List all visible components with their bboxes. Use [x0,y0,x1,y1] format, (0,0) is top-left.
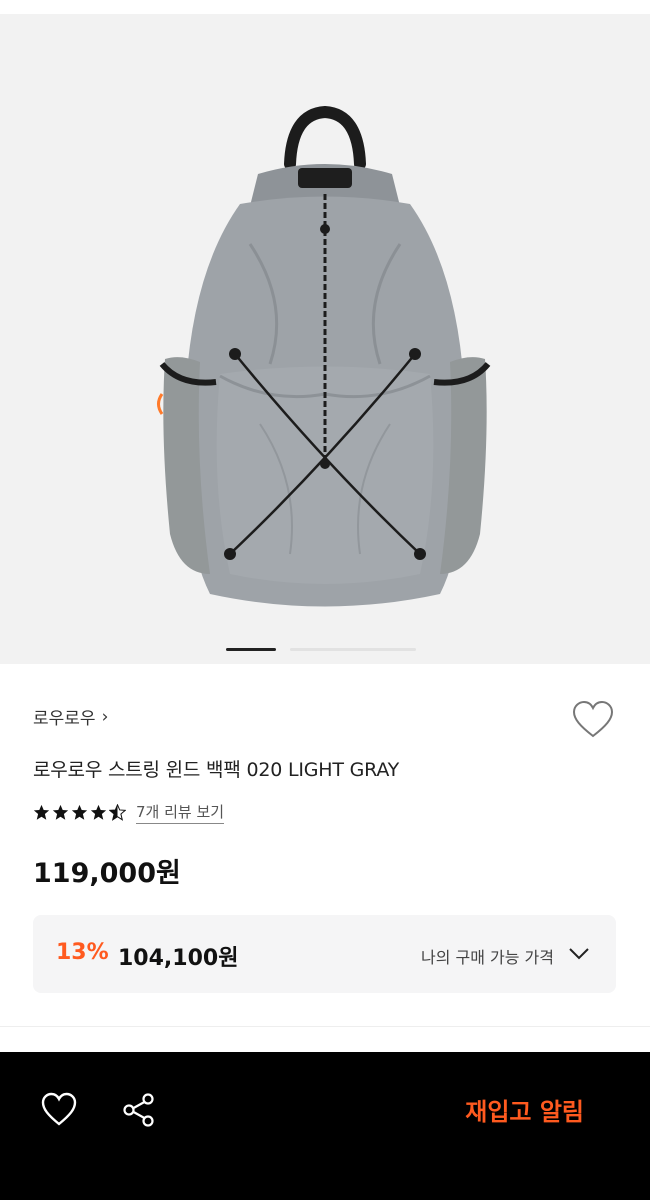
gallery-indicator [226,648,416,651]
my-price-panel[interactable]: 13% 104,100원 나의 구매 가능 가격 [33,915,616,993]
star-icon [52,804,69,820]
discount-price: 104,100원 [118,946,239,971]
bottom-action-bar: 재입고 알림 [0,1052,650,1200]
star-icon [33,804,50,820]
star-half-icon [109,804,126,821]
brand-name: 로우로우 [33,709,96,729]
product-image [157,105,491,607]
heart-icon[interactable] [572,700,614,740]
restock-alert-button[interactable]: 재입고 알림 [465,1092,584,1127]
product-price: 119,000원 [33,858,181,889]
divider [0,1026,650,1027]
my-price-label: 나의 구매 가능 가격 [420,948,554,967]
gallery-indicator-active [226,648,276,651]
heart-icon[interactable] [40,1091,78,1129]
product-title: 로우로우 스트링 윈드 백팩 020 LIGHT GRAY [33,759,400,781]
star-icon [71,804,88,820]
product-image-gallery[interactable] [0,14,650,664]
review-link[interactable]: 7개 리뷰 보기 [136,801,225,824]
chevron-down-icon[interactable] [568,944,590,964]
product-page: 로우로우 › 로우로우 스트링 윈드 백팩 020 LIGHT GRAY 7개 … [0,0,650,1200]
chevron-right-icon: › [101,706,109,727]
gallery-indicator-track [290,648,416,651]
share-icon[interactable] [120,1091,158,1129]
star-rating [33,804,126,821]
star-icon [90,804,107,820]
rating-row: 7개 리뷰 보기 [33,801,225,824]
brand-link[interactable]: 로우로우 › [33,704,109,730]
discount-rate: 13% [56,940,109,965]
